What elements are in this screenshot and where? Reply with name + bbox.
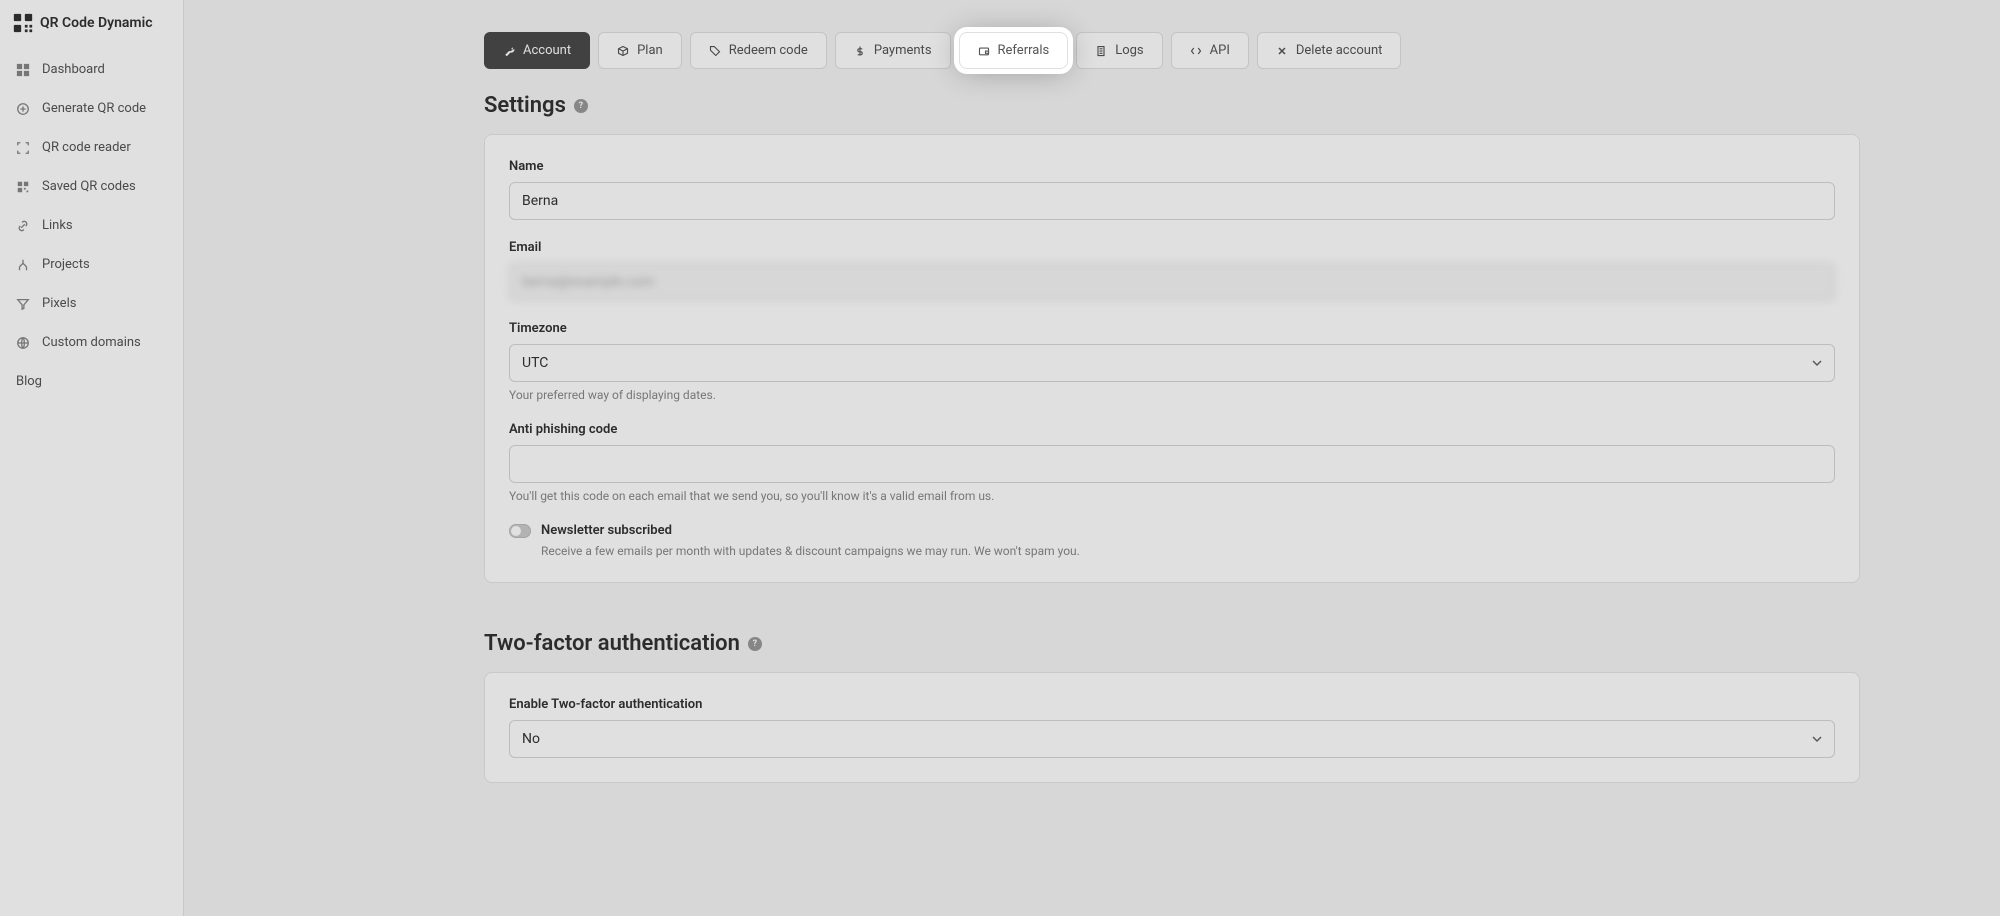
wrench-icon xyxy=(503,45,515,57)
project-icon xyxy=(16,258,30,272)
filter-icon xyxy=(16,297,30,311)
newsletter-toggle[interactable] xyxy=(509,524,531,538)
globe-icon xyxy=(16,336,30,350)
link-icon xyxy=(16,219,30,233)
sidebar-item-blog[interactable]: Blog xyxy=(0,362,183,401)
grid-icon xyxy=(16,63,30,77)
sidebar-item-label: Blog xyxy=(16,374,42,389)
anti-phishing-input[interactable] xyxy=(509,445,1835,483)
plus-circle-icon xyxy=(16,102,30,116)
sidebar: QR Code Dynamic Dashboard Generate QR co… xyxy=(0,0,184,916)
settings-header: Settings ? xyxy=(484,93,1860,118)
sidebar-item-projects[interactable]: Projects xyxy=(0,245,183,284)
tab-logs[interactable]: Logs xyxy=(1076,32,1162,69)
sidebar-item-pixels[interactable]: Pixels xyxy=(0,284,183,323)
sidebar-item-label: Dashboard xyxy=(42,62,105,77)
main-content: Account Plan Redeem code Payments Referr… xyxy=(184,0,2000,916)
anti-phishing-help: You'll get this code on each email that … xyxy=(509,489,1835,503)
sidebar-item-label: Projects xyxy=(42,257,90,272)
timezone-help: Your preferred way of displaying dates. xyxy=(509,388,1835,402)
sidebar-item-label: Generate QR code xyxy=(42,101,146,116)
newsletter-label: Newsletter subscribed xyxy=(541,523,672,538)
name-label: Name xyxy=(509,159,1835,174)
twofa-title: Two-factor authentication xyxy=(484,631,740,656)
tag-icon xyxy=(709,45,721,57)
email-input[interactable] xyxy=(509,263,1835,301)
sidebar-item-label: Pixels xyxy=(42,296,76,311)
twofa-card: Enable Two-factor authentication No xyxy=(484,672,1860,783)
dollar-icon xyxy=(854,45,866,57)
enable-twofa-label: Enable Two-factor authentication xyxy=(509,697,1835,712)
name-input[interactable] xyxy=(509,182,1835,220)
sidebar-item-custom-domains[interactable]: Custom domains xyxy=(0,323,183,362)
scan-icon xyxy=(16,141,30,155)
timezone-label: Timezone xyxy=(509,321,1835,336)
sidebar-item-dashboard[interactable]: Dashboard xyxy=(0,50,183,89)
box-icon xyxy=(617,45,629,57)
brand-logo[interactable]: QR Code Dynamic xyxy=(0,12,183,50)
anti-phishing-label: Anti phishing code xyxy=(509,422,1835,437)
scroll-icon xyxy=(1095,45,1107,57)
tab-account[interactable]: Account xyxy=(484,32,590,69)
sidebar-item-generate-qr[interactable]: Generate QR code xyxy=(0,89,183,128)
sidebar-item-label: Saved QR codes xyxy=(42,179,136,194)
tab-api[interactable]: API xyxy=(1171,32,1249,69)
tab-referrals[interactable]: Referrals xyxy=(959,32,1069,69)
sidebar-item-saved-qr[interactable]: Saved QR codes xyxy=(0,167,183,206)
tab-payments[interactable]: Payments xyxy=(835,32,951,69)
tab-plan[interactable]: Plan xyxy=(598,32,682,69)
enable-twofa-select[interactable]: No xyxy=(509,720,1835,758)
newsletter-help: Receive a few emails per month with upda… xyxy=(541,544,1835,558)
tab-redeem-code[interactable]: Redeem code xyxy=(690,32,827,69)
sidebar-item-qr-reader[interactable]: QR code reader xyxy=(0,128,183,167)
info-icon[interactable]: ? xyxy=(574,99,588,113)
code-icon xyxy=(1190,45,1202,57)
sidebar-item-label: QR code reader xyxy=(42,140,131,155)
account-tabs: Account Plan Redeem code Payments Referr… xyxy=(484,32,1860,69)
brand-name: QR Code Dynamic xyxy=(40,15,153,31)
settings-card: Name Email Timezone UTC Your preferred w… xyxy=(484,134,1860,583)
info-icon[interactable]: ? xyxy=(748,637,762,651)
qr-logo-icon xyxy=(12,12,34,34)
sidebar-item-label: Links xyxy=(42,218,73,233)
tab-delete-account[interactable]: Delete account xyxy=(1257,32,1402,69)
wallet-icon xyxy=(978,45,990,57)
sidebar-item-label: Custom domains xyxy=(42,335,141,350)
email-label: Email xyxy=(509,240,1835,255)
settings-title: Settings xyxy=(484,93,566,118)
close-icon xyxy=(1276,45,1288,57)
qr-icon xyxy=(16,180,30,194)
twofa-header: Two-factor authentication ? xyxy=(484,631,1860,656)
timezone-select[interactable]: UTC xyxy=(509,344,1835,382)
sidebar-item-links[interactable]: Links xyxy=(0,206,183,245)
